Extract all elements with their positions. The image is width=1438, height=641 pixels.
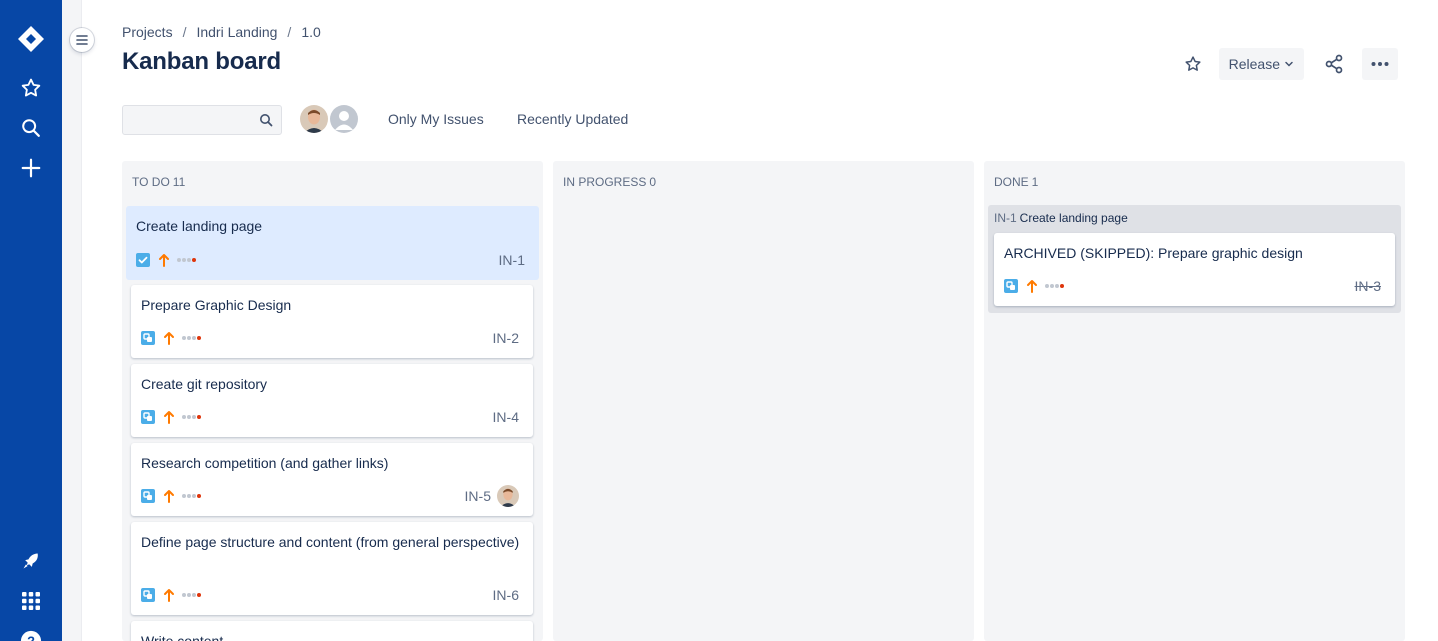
estimate-dots [182,593,201,597]
parent-issue-label[interactable]: IN-1 Create landing page [994,211,1128,225]
parent-issue-group: IN-1 Create landing page ARCHIVED (SKIPPE… [988,205,1401,313]
card-footer: IN-5 [141,485,519,507]
search-icon[interactable] [11,108,51,148]
priority-high-icon [164,332,174,345]
breadcrumb-separator: / [287,24,292,40]
card-footer: IN-4 [141,409,519,425]
card-footer: IN-1 [136,252,525,268]
card-summary: ARCHIVED (SKIPPED): Prepare graphic desi… [1004,245,1303,261]
menu-icon [76,35,88,45]
quick-filter-only-my-issues[interactable]: Only My Issues [388,111,484,127]
card-footer: IN-3 [1004,278,1381,294]
column-header: DONE 1 [994,175,1038,189]
breadcrumb-version[interactable]: 1.0 [301,24,320,40]
star-board-button[interactable] [1177,48,1209,80]
avatar-unassigned[interactable] [328,103,360,135]
issue-key: IN-5 [464,488,491,504]
issue-card[interactable]: Create git repository IN-4 [131,364,533,437]
share-icon [1325,54,1343,74]
board-search [122,105,282,135]
priority-high-icon [164,490,174,503]
issue-key: IN-2 [492,330,519,346]
column-title: DONE [994,175,1029,189]
help-icon[interactable]: ? [11,621,51,641]
page-title: Kanban board [122,48,281,75]
quick-filter-recently-updated[interactable]: Recently Updated [517,111,628,127]
card-footer: IN-6 [141,587,519,603]
star-icon [1185,56,1201,71]
estimate-dots [1045,284,1064,288]
jira-logo-icon[interactable] [11,19,51,59]
collapsed-sidebar [62,0,82,641]
svg-text:?: ? [27,634,35,641]
card-summary: Create landing page [136,218,263,234]
breadcrumb-projects[interactable]: Projects [122,24,173,40]
parent-issue-key: IN-1 [994,211,1017,225]
card-footer: IN-2 [141,330,519,346]
issue-card[interactable]: Prepare Graphic Design IN-2 [131,285,533,358]
card-summary: Write content [141,633,224,641]
column-title: TO DO [132,175,170,189]
expand-sidebar-button[interactable] [70,28,94,52]
column-header: IN PROGRESS 0 [563,175,656,189]
column-done: DONE 1 IN-1 Create landing page ARCHIVED (… [984,161,1405,641]
issue-key: IN-6 [492,587,519,603]
feedback-icon[interactable] [11,541,51,581]
issue-card[interactable]: Research competition (and gather links) … [131,443,533,516]
column-count: 0 [649,175,657,189]
issue-card[interactable]: ARCHIVED (SKIPPED): Prepare graphic desi… [994,233,1395,306]
parent-issue-summary: Create landing page [1019,211,1128,225]
star-icon[interactable] [11,68,51,108]
card-summary: Create git repository [141,376,268,392]
card-summary: Research competition (and gather links) [141,455,389,471]
column-header: TO DO 11 [132,175,185,189]
avatar-user[interactable] [298,103,330,135]
search-input[interactable] [123,106,253,134]
column-count: 1 [1031,175,1039,189]
card-summary: Define page structure and content (from … [141,534,520,550]
share-button[interactable] [1318,48,1350,80]
estimate-dots [182,415,201,419]
priority-high-icon [159,254,169,267]
issue-key: IN-4 [492,409,519,425]
column-count: 11 [172,175,186,189]
estimate-dots [182,336,201,340]
breadcrumb-separator: / [182,24,187,40]
create-icon[interactable] [11,148,51,188]
more-actions-button[interactable] [1362,48,1398,80]
column-title: IN PROGRESS [563,175,647,189]
chevron-down-icon [1285,61,1293,67]
issue-key: IN-1 [498,252,525,268]
release-label: Release [1228,56,1280,72]
estimate-dots [182,494,201,498]
card-summary: Prepare Graphic Design [141,297,292,313]
app-switcher-icon[interactable] [11,581,51,621]
breadcrumb-project[interactable]: Indri Landing [196,24,277,40]
estimate-dots [177,258,196,262]
column-in-progress: IN PROGRESS 0 [553,161,974,641]
task-checkbox-icon [136,253,150,267]
issue-card[interactable]: Define page structure and content (from … [131,522,533,615]
search-icon [260,114,273,127]
subtask-icon [141,410,155,424]
priority-high-icon [1027,280,1037,293]
assignee-avatar[interactable] [497,485,519,507]
priority-high-icon [164,589,174,602]
subtask-icon [141,331,155,345]
more-icon [1371,62,1389,66]
priority-high-icon [164,411,174,424]
issue-card[interactable]: Create landing page IN-1 [126,206,539,280]
release-button[interactable]: Release [1218,48,1304,80]
column-todo: TO DO 11 Create landing page IN-1 Prepare… [122,161,543,641]
breadcrumb: Projects / Indri Landing / 1.0 [122,23,321,41]
header-actions: Release [1177,48,1398,80]
issue-key: IN-3 [1354,278,1381,294]
global-navigation: ? [0,0,62,641]
subtask-icon [1004,279,1018,293]
subtask-icon [141,588,155,602]
issue-card[interactable]: Write content [131,621,533,641]
subtask-icon [141,489,155,503]
